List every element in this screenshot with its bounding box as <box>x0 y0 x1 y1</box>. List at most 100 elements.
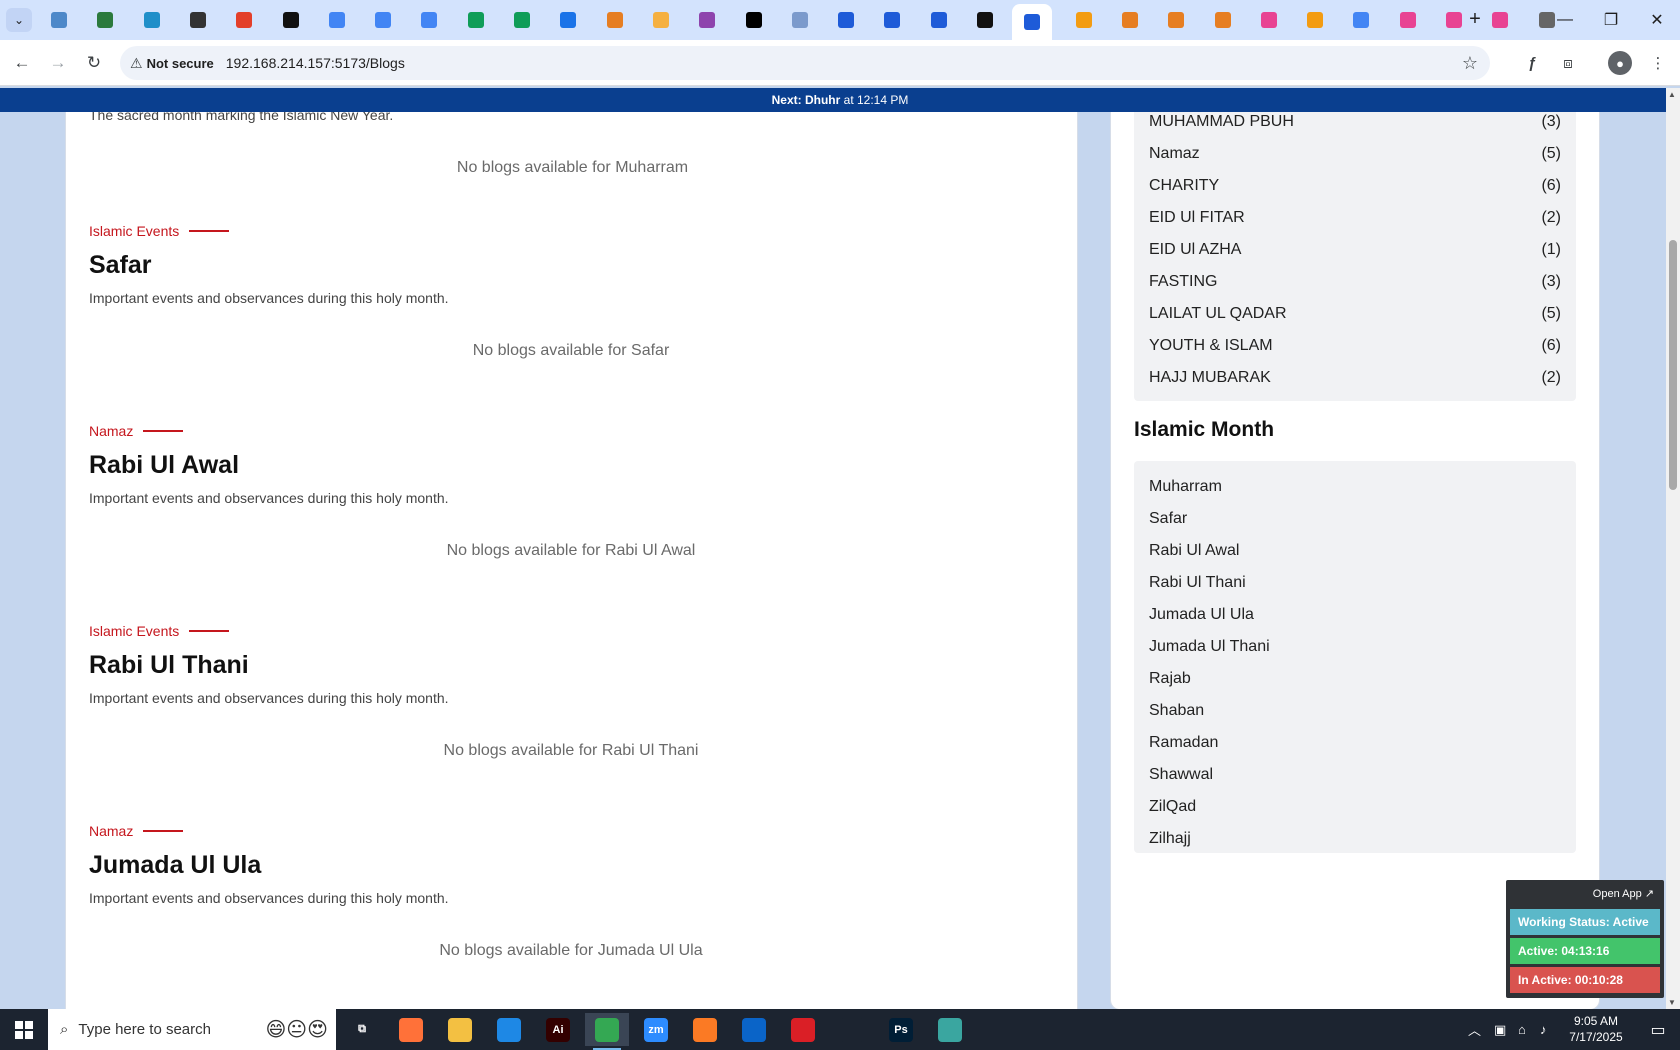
category-item[interactable]: CHARITY (6) <box>1134 170 1576 202</box>
menu-icon[interactable]: ⋮ <box>1646 51 1670 75</box>
browser-tab[interactable] <box>364 6 402 34</box>
photoshop-icon: Ps <box>889 1017 913 1042</box>
browser-tab[interactable] <box>873 6 911 34</box>
month-item[interactable]: Muharram <box>1134 471 1576 503</box>
category-name: MUHAMMAD PBUH <box>1149 113 1294 130</box>
start-button[interactable] <box>0 1009 48 1050</box>
category-item[interactable]: EID Ul AZHA (1) <box>1134 234 1576 266</box>
new-tab-button[interactable]: + <box>1462 8 1488 32</box>
open-app-link[interactable]: Open App ↗ <box>1510 884 1660 906</box>
month-item[interactable]: Rabi Ul Thani <box>1134 567 1576 599</box>
category-name: Namaz <box>1149 145 1200 162</box>
address-bar[interactable]: ⚠ Not secure 192.168.214.157:5173/Blogs … <box>120 46 1490 80</box>
taskbar-zoom[interactable]: zm <box>634 1013 678 1046</box>
page-scrollbar[interactable]: ▲ ▼ <box>1666 88 1680 1009</box>
extension-f-icon[interactable]: ƒ <box>1520 51 1544 75</box>
taskbar-vscode[interactable] <box>487 1013 531 1046</box>
month-item[interactable]: Shawwal <box>1134 759 1576 791</box>
browser-tab[interactable] <box>1204 6 1242 34</box>
browser-tab[interactable] <box>1342 6 1380 34</box>
browser-tab[interactable] <box>827 6 865 34</box>
taskbar-illustrator[interactable]: Ai <box>536 1013 580 1046</box>
browser-tab[interactable] <box>642 6 680 34</box>
taskbar-xampp[interactable] <box>683 1013 727 1046</box>
browser-tab[interactable] <box>272 6 310 34</box>
profile-avatar[interactable]: ● <box>1608 51 1632 75</box>
browser-tab[interactable] <box>596 6 634 34</box>
month-item[interactable]: Shaban <box>1134 695 1576 727</box>
browser-tab[interactable] <box>735 6 773 34</box>
taskbar-clock[interactable]: 9:05 AM 7/17/2025 <box>1556 1013 1636 1045</box>
category-item[interactable]: HAJJ MUBARAK (2) <box>1134 362 1576 394</box>
tray-wifi-icon[interactable]: ⌂ <box>1518 1009 1526 1050</box>
browser-tab[interactable] <box>410 6 448 34</box>
bookmark-star-icon[interactable]: ☆ <box>1462 53 1478 74</box>
sidebar-card: MUHAMMAD PBUH (3) Namaz (5) CHARITY (6) EID Ul… <box>1110 112 1600 1009</box>
category-item[interactable]: LAILAT UL QADAR (5) <box>1134 298 1576 330</box>
scroll-up-arrow[interactable]: ▲ <box>1668 90 1676 99</box>
tray-network-icon[interactable]: ▣ <box>1494 1009 1506 1050</box>
browser-tab[interactable] <box>457 6 495 34</box>
taskbar-file-explorer[interactable] <box>438 1013 482 1046</box>
browser-tab[interactable] <box>1296 6 1334 34</box>
scroll-thumb[interactable] <box>1669 240 1677 490</box>
browser-tab[interactable] <box>318 6 356 34</box>
browser-tab[interactable] <box>1250 6 1288 34</box>
taskbar-outlook[interactable] <box>732 1013 776 1046</box>
browser-tab[interactable] <box>549 6 587 34</box>
section-tag-label: Namaz <box>89 823 134 839</box>
taskbar-photoshop[interactable]: Ps <box>879 1013 923 1046</box>
taskbar-creative-cloud[interactable] <box>781 1013 825 1046</box>
category-item[interactable]: MUHAMMAD PBUH (3) <box>1134 112 1576 138</box>
notification-icon[interactable]: ▭ <box>1636 1009 1680 1050</box>
month-item[interactable]: Ramadan <box>1134 727 1576 759</box>
minimize-button[interactable]: — <box>1542 0 1588 40</box>
extensions-puzzle-icon[interactable]: ⧈ <box>1556 51 1580 75</box>
month-item[interactable]: Zilhajj <box>1134 823 1576 855</box>
browser-tab[interactable] <box>503 6 541 34</box>
category-item[interactable]: YOUTH & ISLAM (6) <box>1134 330 1576 362</box>
scroll-down-arrow[interactable]: ▼ <box>1668 998 1676 1007</box>
month-item[interactable]: Jumada Ul Thani <box>1134 631 1576 663</box>
browser-tab[interactable] <box>966 6 1004 34</box>
browser-tab[interactable] <box>781 6 819 34</box>
tray-chevron-icon[interactable]: ︿ <box>1468 1009 1481 1050</box>
category-item[interactable]: FASTING (3) <box>1134 266 1576 298</box>
taskbar-app-diamond[interactable] <box>928 1013 972 1046</box>
taskbar-search[interactable]: ⌕ Type here to search 😄😐😍 <box>48 1009 336 1050</box>
browser-tab[interactable] <box>1111 6 1149 34</box>
browser-tab[interactable] <box>225 6 263 34</box>
chrome-icon <box>595 1017 619 1042</box>
category-item[interactable]: EID Ul FITAR (2) <box>1134 202 1576 234</box>
month-item[interactable]: Rabi Ul Awal <box>1134 535 1576 567</box>
taskbar-firefox[interactable] <box>389 1013 433 1046</box>
url-text[interactable]: 192.168.214.157:5173/Blogs <box>226 55 405 71</box>
month-item[interactable]: Rajab <box>1134 663 1576 695</box>
security-indicator[interactable]: Not secure <box>147 56 214 71</box>
month-item[interactable]: Jumada Ul Ula <box>1134 599 1576 631</box>
forward-icon[interactable]: → <box>44 49 72 77</box>
browser-tab[interactable] <box>40 6 78 34</box>
tray-volume-icon[interactable]: ♪ <box>1540 1009 1547 1050</box>
taskbar-task-view[interactable]: ⧉ <box>340 1013 384 1046</box>
restore-button[interactable]: ❐ <box>1588 0 1634 40</box>
browser-tab[interactable] <box>1389 6 1427 34</box>
browser-tab[interactable] <box>133 6 171 34</box>
taskbar-pen-tool[interactable] <box>830 1013 874 1046</box>
close-window-button[interactable]: ✕ <box>1634 0 1680 40</box>
browser-tab[interactable] <box>688 6 726 34</box>
browser-tab[interactable] <box>1065 6 1103 34</box>
browser-tab[interactable] <box>1157 6 1195 34</box>
reload-icon[interactable]: ↻ <box>80 49 108 77</box>
category-item[interactable]: Namaz (5) <box>1134 138 1576 170</box>
browser-tab[interactable] <box>86 6 124 34</box>
taskbar-chrome[interactable] <box>585 1013 629 1050</box>
month-item[interactable]: ZilQad <box>1134 791 1576 823</box>
browser-tab[interactable] <box>179 6 217 34</box>
tab-favicon-icon <box>51 12 67 28</box>
back-icon[interactable]: ← <box>8 49 36 77</box>
browser-tab[interactable] <box>1012 4 1053 40</box>
month-item[interactable]: Safar <box>1134 503 1576 535</box>
tab-search-button[interactable]: ⌄ <box>6 8 32 32</box>
browser-tab[interactable] <box>920 6 958 34</box>
